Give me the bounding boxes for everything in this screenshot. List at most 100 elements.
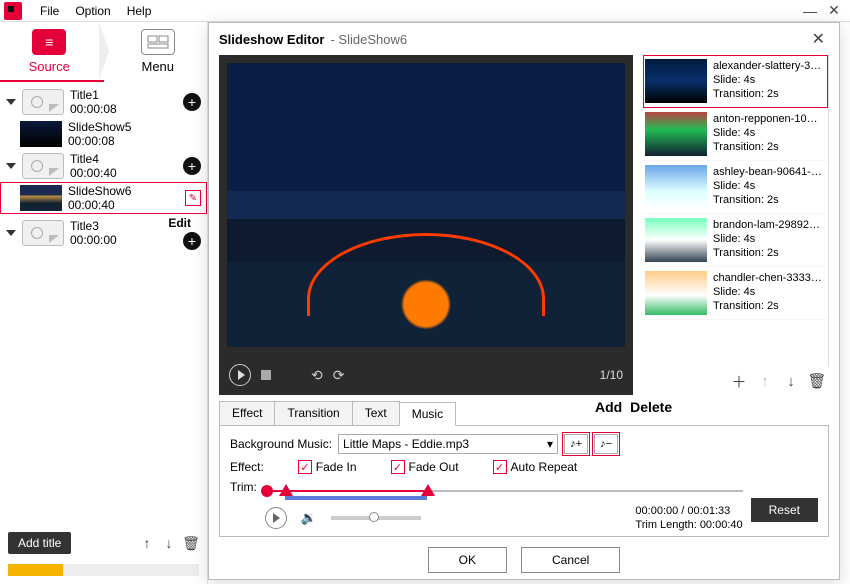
bg-music-select[interactable]: Little Maps - Eddie.mp3 ▾	[338, 434, 558, 454]
auto-repeat-label: Auto Repeat	[511, 460, 578, 474]
delete-slide-icon[interactable]: 🗑	[809, 373, 825, 389]
tab-menu[interactable]: Menu	[109, 29, 208, 74]
trash-icon[interactable]: 🗑	[183, 535, 199, 551]
preview-image	[227, 63, 625, 347]
tab-transition[interactable]: Transition	[274, 401, 352, 425]
tab-chevron-icon	[99, 22, 109, 80]
tab-menu-label: Menu	[141, 59, 174, 74]
tab-text[interactable]: Text	[352, 401, 400, 425]
trim-marker-start-icon[interactable]	[279, 484, 293, 496]
edit-label: Edit	[168, 216, 201, 230]
menu-file[interactable]: File	[32, 2, 67, 20]
move-up-icon[interactable]: ↑	[139, 535, 155, 551]
edit-icon[interactable]: ✎	[185, 190, 201, 206]
expand-icon[interactable]	[6, 99, 16, 105]
thumb-name: brandon-lam-29892…	[713, 218, 820, 232]
thumb-slide: Slide: 4s	[713, 285, 822, 299]
trim-marker-end-icon[interactable]	[421, 484, 435, 496]
source-group-title1[interactable]: Title1 00:00:08 +	[0, 86, 207, 118]
source-item-slideshow5[interactable]: SlideShow5 00:00:08	[0, 118, 207, 150]
expand-icon[interactable]	[6, 163, 16, 169]
thumb-item[interactable]: chandler-chen-3333… Slide: 4s Transition…	[643, 267, 828, 320]
thumb-transition: Transition: 2s	[713, 299, 822, 313]
window-minimize-icon[interactable]: ―	[798, 3, 822, 19]
bg-music-value: Little Maps - Eddie.mp3	[343, 437, 469, 451]
tab-source-label: Source	[29, 59, 70, 74]
delete-annotation-label: Delete	[630, 399, 672, 415]
thumbnail-icon	[645, 218, 707, 262]
source-item-slideshow6[interactable]: SlideShow6 00:00:40 ✎	[0, 182, 207, 214]
auto-repeat-checkbox[interactable]	[493, 460, 507, 474]
item-duration: 00:00:08	[68, 134, 201, 148]
add-button[interactable]: +	[183, 232, 201, 250]
thumbnail-column: alexander-slattery-3… Slide: 4s Transiti…	[643, 55, 829, 395]
thumb-slide: Slide: 4s	[713, 126, 818, 140]
tab-effect[interactable]: Effect	[219, 401, 275, 425]
item-duration: 00:00:40	[68, 198, 179, 212]
tab-source[interactable]: ≡ Source	[0, 29, 99, 74]
fade-out-label: Fade Out	[409, 460, 459, 474]
dialog-titlebar: Slideshow Editor - SlideShow6 ✕	[209, 23, 839, 55]
trim-handle-start[interactable]	[261, 485, 273, 497]
reset-button[interactable]: Reset	[751, 498, 818, 522]
add-annotation-label: Add	[595, 399, 622, 415]
thumb-item[interactable]: anton-repponen-10… Slide: 4s Transition:…	[643, 108, 828, 161]
group-title: Title1	[70, 88, 177, 102]
volume-handle[interactable]	[369, 512, 379, 522]
time-range: 00:00:00 / 00:01:33	[635, 504, 742, 518]
fade-out-checkbox[interactable]	[391, 460, 405, 474]
ok-button[interactable]: OK	[428, 547, 507, 573]
play-button[interactable]	[229, 364, 251, 386]
tab-music[interactable]: Music	[399, 402, 456, 426]
move-down-icon[interactable]: ↓	[783, 373, 799, 389]
add-button[interactable]: +	[183, 93, 201, 111]
trim-label: Trim:	[230, 480, 257, 494]
source-group-title4[interactable]: Title4 00:00:40 +	[0, 150, 207, 182]
add-music-button[interactable]: ♪+	[564, 434, 588, 454]
volume-slider[interactable]	[331, 516, 421, 520]
add-title-button[interactable]: Add title	[8, 532, 71, 554]
slideshow-editor-dialog: Slideshow Editor - SlideShow6 ✕ ⟲ ⟳ 1/10	[208, 22, 840, 580]
thumbnail-icon	[645, 165, 707, 209]
menu-help[interactable]: Help	[119, 2, 160, 20]
fade-in-checkbox[interactable]	[298, 460, 312, 474]
trim-play-button[interactable]	[265, 507, 287, 529]
trim-slider[interactable]	[265, 480, 743, 502]
effect-label: Effect:	[230, 460, 264, 474]
delete-music-button[interactable]: ♪−	[594, 434, 618, 454]
move-down-icon[interactable]: ↓	[161, 535, 177, 551]
window-close-icon[interactable]: ✕	[822, 2, 846, 19]
thumb-name: anton-repponen-10…	[713, 112, 818, 126]
editor-tabs: Effect Transition Text Music Add Delete	[219, 401, 829, 426]
placeholder-thumb-icon	[22, 89, 64, 115]
menu-option[interactable]: Option	[67, 2, 118, 20]
dialog-close-icon[interactable]: ✕	[808, 29, 829, 49]
cancel-button[interactable]: Cancel	[521, 547, 620, 573]
source-icon: ≡	[32, 29, 66, 55]
group-title: Title4	[70, 152, 177, 166]
thumb-transition: Transition: 2s	[713, 87, 821, 101]
rotate-right-icon[interactable]: ⟳	[333, 367, 345, 384]
menu-icon	[141, 29, 175, 55]
thumbnail-list[interactable]: alexander-slattery-3… Slide: 4s Transiti…	[643, 55, 829, 367]
rotate-left-icon[interactable]: ⟲	[311, 367, 323, 384]
bg-music-label: Background Music:	[230, 437, 332, 451]
thumb-item[interactable]: ashley-bean-90641-… Slide: 4s Transition…	[643, 161, 828, 214]
source-group-title3[interactable]: Title3 00:00:00 Edit +	[0, 214, 207, 252]
move-up-icon[interactable]: ↑	[757, 373, 773, 389]
thumb-item[interactable]: alexander-slattery-3… Slide: 4s Transiti…	[643, 55, 828, 108]
thumb-transition: Transition: 2s	[713, 193, 822, 207]
fade-in-label: Fade In	[316, 460, 357, 474]
stop-button[interactable]	[261, 370, 271, 380]
add-button[interactable]: +	[183, 157, 201, 175]
thumbnail-icon	[645, 112, 707, 156]
dialog-subtitle: - SlideShow6	[330, 32, 407, 47]
thumb-slide: Slide: 4s	[713, 179, 822, 193]
left-tabs: ≡ Source Menu	[0, 22, 207, 80]
expand-icon[interactable]	[6, 230, 16, 236]
thumb-item[interactable]: brandon-lam-29892… Slide: 4s Transition:…	[643, 214, 828, 267]
menubar: File Option Help ― ✕	[0, 0, 850, 22]
annotation-labels: Add Delete	[595, 399, 676, 415]
add-slide-icon[interactable]: ＋	[731, 373, 747, 389]
placeholder-thumb-icon	[22, 220, 64, 246]
